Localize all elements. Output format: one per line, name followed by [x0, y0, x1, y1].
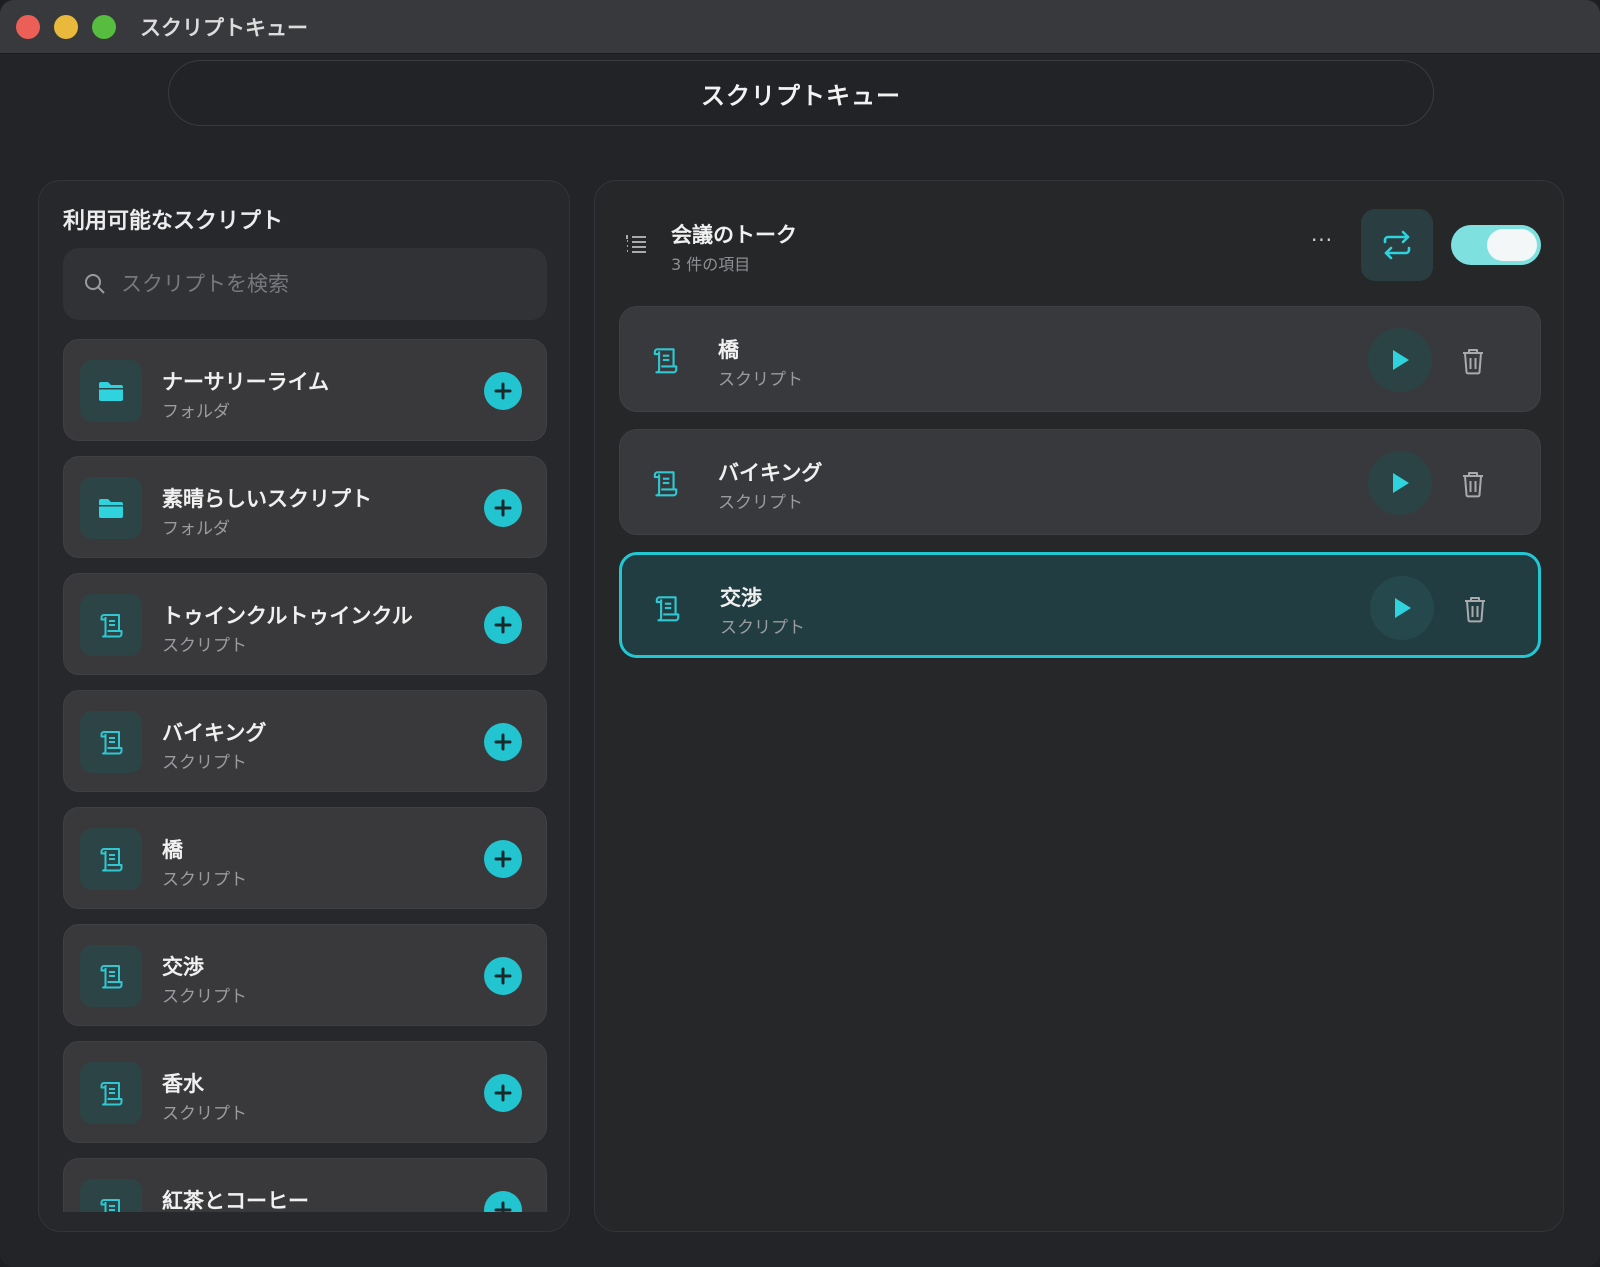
repeat-button[interactable]: [1361, 209, 1433, 281]
scroll-icon: [650, 468, 680, 498]
queue-item-name: 橋: [718, 338, 739, 362]
title-bar: スクリプトキュー: [0, 0, 1600, 54]
delete-button[interactable]: [1462, 595, 1488, 623]
library-item-type: フォルダ: [162, 519, 230, 539]
app-window: スクリプトキュー スクリプトキュー 利用可能なスクリプト ナーサリーライムフォル…: [0, 0, 1600, 1267]
library-item-type: スクリプト: [162, 753, 247, 773]
queue-item[interactable]: バイキングスクリプト: [619, 429, 1541, 535]
add-to-queue-button[interactable]: [484, 723, 522, 761]
list-icon: [626, 235, 646, 253]
queue-item-name: 交渉: [720, 586, 762, 610]
scroll-icon: [80, 1179, 142, 1212]
add-to-queue-button[interactable]: [484, 957, 522, 995]
play-button[interactable]: [1368, 328, 1432, 392]
play-button[interactable]: [1370, 576, 1434, 640]
queue-item-type: スクリプト: [718, 493, 803, 513]
more-options-button[interactable]: ···: [1305, 223, 1339, 257]
add-to-queue-button[interactable]: [484, 1074, 522, 1112]
delete-button[interactable]: [1460, 347, 1486, 375]
scroll-icon: [652, 593, 682, 623]
library-item-name: 橋: [162, 838, 183, 862]
library-item-type: スクリプト: [162, 1104, 247, 1124]
library-item-name: 素晴らしいスクリプト: [162, 487, 372, 511]
search-box[interactable]: [63, 248, 547, 320]
library-item[interactable]: 素晴らしいスクリプトフォルダ: [63, 456, 547, 558]
plus-icon: [494, 967, 512, 985]
library-title: 利用可能なスクリプト: [63, 209, 284, 234]
folder-icon: [80, 477, 142, 539]
queue-item[interactable]: 交渉 スクリプト: [619, 552, 1541, 658]
library-item[interactable]: ナーサリーライムフォルダ: [63, 339, 547, 441]
add-to-queue-button[interactable]: [484, 840, 522, 878]
add-to-queue-button[interactable]: [484, 372, 522, 410]
library-item-name: 香水: [162, 1072, 204, 1096]
zoom-window-button[interactable]: [92, 14, 116, 39]
queue-item-type: スクリプト: [720, 618, 805, 638]
close-window-button[interactable]: [16, 14, 40, 39]
library-item[interactable]: 香水 スクリプト: [63, 1041, 547, 1143]
minimize-window-button[interactable]: [54, 14, 78, 39]
library-item-name: トゥインクルトゥインクル: [162, 604, 413, 628]
play-icon: [1393, 473, 1409, 493]
queue-title: 会議のトーク: [671, 223, 797, 247]
repeat-icon: [1383, 230, 1411, 260]
play-icon: [1393, 350, 1409, 370]
library-item[interactable]: バイキングスクリプト: [63, 690, 547, 792]
library-item-name: 紅茶とコーヒー: [162, 1189, 309, 1212]
queue-item-name: バイキング: [718, 461, 823, 485]
scroll-icon: [650, 345, 680, 375]
scroll-icon: [80, 828, 142, 890]
library-item-name: ナーサリーライム: [162, 370, 330, 394]
library-item[interactable]: 交渉 スクリプト: [63, 924, 547, 1026]
library-item[interactable]: 紅茶とコーヒースクリプト: [63, 1158, 547, 1212]
window-controls: [16, 14, 116, 39]
add-to-queue-button[interactable]: [484, 1191, 522, 1212]
plus-icon: [494, 733, 512, 751]
scroll-icon: [80, 1062, 142, 1124]
trash-icon: [1463, 472, 1483, 498]
delete-button[interactable]: [1460, 470, 1486, 498]
scroll-icon: [80, 711, 142, 773]
trash-icon: [1463, 349, 1483, 375]
library-item-type: スクリプト: [162, 870, 247, 890]
queue-item[interactable]: 橋スクリプト: [619, 306, 1541, 412]
window-title: スクリプトキュー: [140, 15, 308, 40]
library-item-type: スクリプト: [162, 987, 247, 1007]
plus-icon: [494, 1084, 512, 1102]
play-icon: [1395, 598, 1411, 618]
library-item[interactable]: トゥインクルトゥインクルスクリプト: [63, 573, 547, 675]
plus-icon: [494, 616, 512, 634]
library-item-type: スクリプト: [162, 636, 247, 656]
queue-item-type: スクリプト: [718, 370, 803, 390]
script-library-panel: 利用可能なスクリプト ナーサリーライムフォルダ素晴らしいスクリプトフォルダトゥイ…: [38, 180, 570, 1232]
folder-icon: [80, 360, 142, 422]
scroll-icon: [80, 594, 142, 656]
page-title: スクリプトキュー: [701, 81, 901, 110]
search-input[interactable]: [121, 272, 521, 296]
library-list: ナーサリーライム フォルダ 素晴らしいスクリプト フォルダ トゥインクルトゥインクル スク…: [63, 339, 547, 1212]
toggle-knob: [1487, 229, 1537, 261]
queue-item-count: 3 件の項目: [671, 255, 751, 274]
plus-icon: [494, 1201, 512, 1212]
play-button[interactable]: [1368, 451, 1432, 515]
trash-icon: [1465, 597, 1485, 623]
plus-icon: [494, 499, 512, 517]
library-item-name: 交渉: [162, 955, 204, 979]
add-to-queue-button[interactable]: [484, 606, 522, 644]
library-item[interactable]: 橋スクリプト: [63, 807, 547, 909]
add-to-queue-button[interactable]: [484, 489, 522, 527]
scroll-icon: [80, 945, 142, 1007]
plus-icon: [494, 382, 512, 400]
search-icon: [85, 274, 105, 294]
plus-icon: [494, 850, 512, 868]
header-bar: スクリプトキュー: [168, 60, 1434, 126]
queue-panel: 会議のトーク 3 件の項目 ··· 橋スクリプト バイキング スクリプト 交渉 スクリプ…: [594, 180, 1564, 1232]
library-item-name: バイキング: [162, 721, 267, 745]
library-item-type: フォルダ: [162, 402, 230, 422]
loop-toggle[interactable]: [1451, 225, 1541, 265]
